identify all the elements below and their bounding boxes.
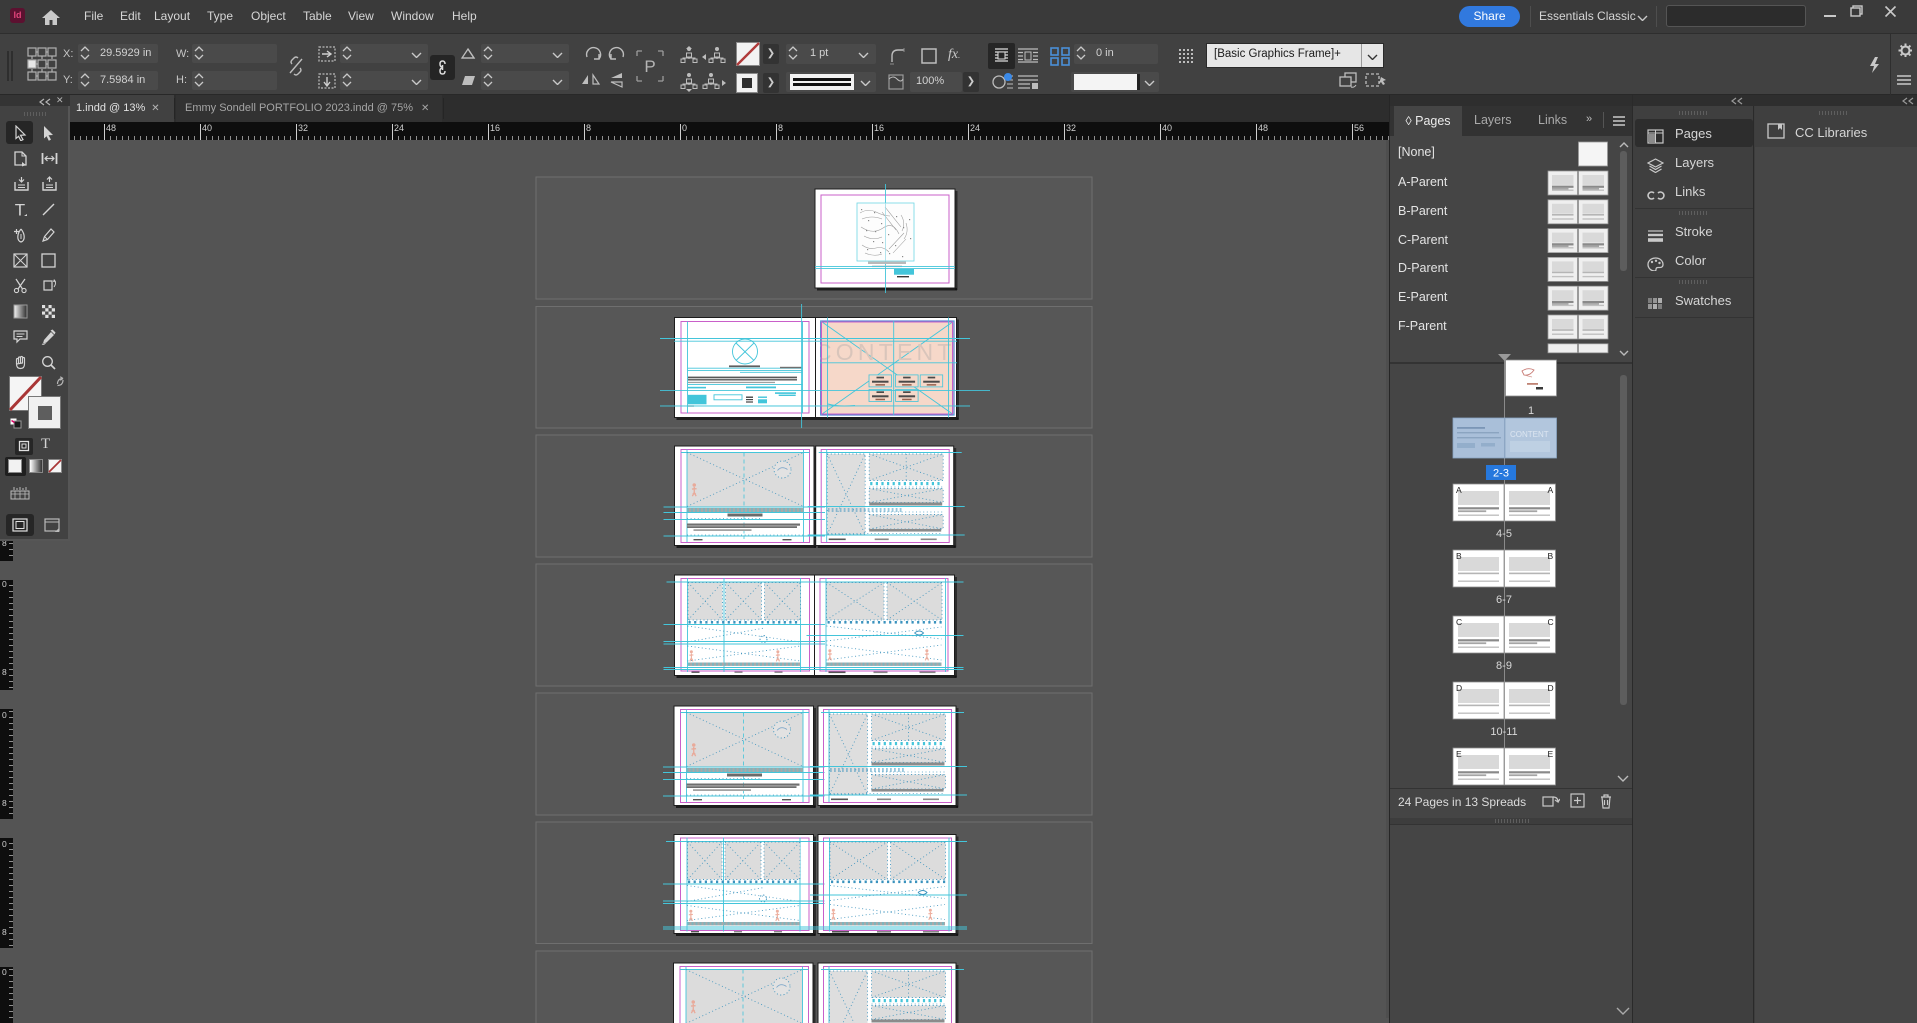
svg-text:C: C [1548,617,1554,627]
svg-text:A: A [1548,485,1554,495]
svg-text:C: C [1456,617,1462,627]
svg-text:10-11: 10-11 [1490,726,1517,738]
svg-text:D: D [1548,683,1554,693]
svg-text:2-3: 2-3 [1493,468,1509,480]
svg-text:A: A [1456,485,1462,495]
svg-text:E: E [1548,749,1554,759]
svg-text:E: E [1456,749,1462,759]
svg-text:1: 1 [1528,405,1534,417]
svg-text:B: B [1548,551,1554,561]
svg-text:CONTENT: CONTENT [1510,430,1549,439]
svg-text:4-5: 4-5 [1496,528,1512,540]
svg-text:6-7: 6-7 [1496,594,1512,606]
svg-text:B: B [1456,551,1462,561]
svg-text:CONTENT: CONTENT [815,339,956,365]
svg-text:T: T [15,202,25,218]
svg-text:P: P [644,57,655,76]
svg-text:8-9: 8-9 [1496,660,1512,672]
svg-text:D: D [1456,683,1462,693]
